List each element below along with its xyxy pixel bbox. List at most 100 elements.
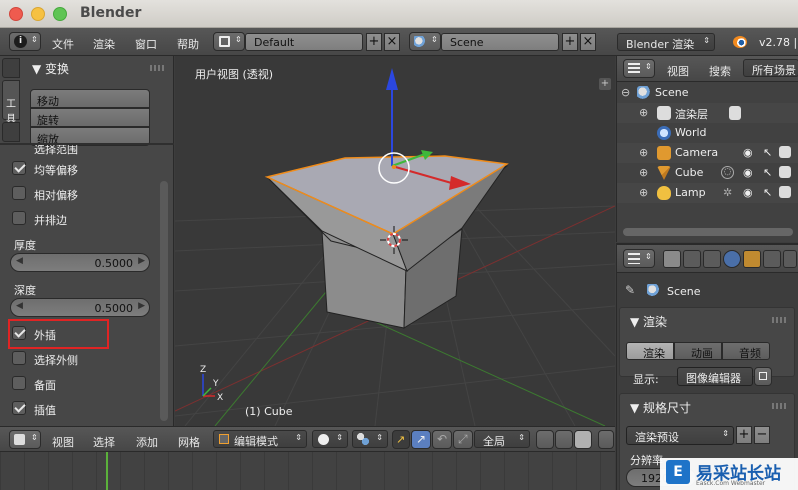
object-tab-icon[interactable] xyxy=(743,250,761,268)
depth-field[interactable]: ◀ 0.5000 ▶ xyxy=(10,298,150,317)
thickness-field[interactable]: ◀ 0.5000 ▶ xyxy=(10,253,150,272)
constraints-tab-icon[interactable] xyxy=(763,250,781,268)
viewport-menu-add[interactable]: 添加 xyxy=(136,434,158,450)
screen-layout-field[interactable]: Default xyxy=(245,33,363,51)
occlude-geometry-button[interactable] xyxy=(598,430,614,449)
select-outer-checkbox[interactable] xyxy=(12,351,26,365)
add-screen-button[interactable]: + xyxy=(366,33,382,51)
individual-faces-checkbox[interactable] xyxy=(12,376,26,390)
shelf-scrollbar[interactable] xyxy=(160,181,168,421)
decrement-arrow-icon[interactable]: ◀ xyxy=(16,301,23,311)
cursor-select-icon[interactable]: ↖ xyxy=(763,166,772,179)
viewport-menu-mesh[interactable]: 网格 xyxy=(178,434,200,450)
translate-manipulator-button[interactable]: ↗ xyxy=(411,430,431,449)
outliner-scrollbar[interactable] xyxy=(623,228,793,236)
expand-icon[interactable]: ⊕ xyxy=(639,106,648,119)
shelf-tab-3[interactable] xyxy=(2,122,20,142)
drag-grip-icon[interactable] xyxy=(772,317,788,323)
cursor-select-icon[interactable]: ↖ xyxy=(763,146,772,159)
editor-type-button[interactable]: i ⇕ xyxy=(9,32,41,51)
expand-icon[interactable]: ⊕ xyxy=(639,146,648,159)
render-preset-dropdown[interactable]: 渲染预设 ⇕ xyxy=(626,426,734,445)
properties-editor-type-button[interactable]: ⇕ xyxy=(623,249,655,268)
screen-layout-browse-button[interactable]: ⇕ xyxy=(213,32,245,51)
render-tab-camera-icon[interactable] xyxy=(663,250,681,268)
outliner-display-filter[interactable]: 所有场景 xyxy=(743,59,798,77)
increment-arrow-icon[interactable]: ▶ xyxy=(138,256,145,266)
remove-preset-button[interactable]: − xyxy=(754,426,770,444)
properties-region-toggle[interactable]: + xyxy=(599,78,611,90)
shelf-tab-tools[interactable]: 工具 xyxy=(2,80,20,125)
scene-tab-icon[interactable] xyxy=(703,250,721,268)
menu-file[interactable]: 文件 xyxy=(52,36,74,52)
outliner-row-cube[interactable]: ⊕ Cube ◌ ◉ ↖ xyxy=(617,163,798,183)
render-audio-button[interactable]: 音频 xyxy=(722,342,770,360)
transform-orientation-dropdown[interactable]: 全局 ⇕ xyxy=(474,430,530,448)
relative-offset-checkbox[interactable] xyxy=(12,186,26,200)
zoom-window-button[interactable] xyxy=(53,7,67,21)
even-offset-checkbox[interactable] xyxy=(12,161,26,175)
viewport-shading-dropdown[interactable]: ⇕ xyxy=(312,430,348,448)
collapse-icon[interactable]: ⊖ xyxy=(621,86,630,99)
minimize-window-button[interactable] xyxy=(31,7,45,21)
decrement-arrow-icon[interactable]: ◀ xyxy=(16,256,23,266)
eye-icon[interactable]: ◉ xyxy=(743,166,753,179)
eye-icon[interactable]: ◉ xyxy=(743,186,753,199)
increment-arrow-icon[interactable]: ▶ xyxy=(138,301,145,311)
dimensions-panel-title[interactable]: ▼ 规格尺寸 xyxy=(630,399,691,416)
add-preset-button[interactable]: + xyxy=(736,426,752,444)
close-window-button[interactable] xyxy=(9,7,23,21)
render-animation-button[interactable]: 动画 xyxy=(674,342,722,360)
world-tab-icon[interactable] xyxy=(723,250,741,268)
interaction-mode-dropdown[interactable]: 编辑模式 ⇕ xyxy=(213,430,307,448)
scale-manipulator-button[interactable]: ⤢ xyxy=(453,430,473,449)
menu-help[interactable]: 帮助 xyxy=(177,36,199,52)
3d-viewport[interactable]: Z X Y 用户视图 (透视) (1) Cube + xyxy=(175,56,615,426)
menu-window[interactable]: 窗口 xyxy=(135,36,157,52)
timeline-playhead[interactable] xyxy=(106,452,108,490)
cursor-select-icon[interactable]: ↖ xyxy=(763,186,772,199)
rotate-manipulator-button[interactable]: ↶ xyxy=(432,430,452,449)
interpolate-checkbox[interactable] xyxy=(12,401,26,415)
menu-render[interactable]: 渲染 xyxy=(93,36,115,52)
edge-rail-checkbox[interactable] xyxy=(12,211,26,225)
shelf-tab-1[interactable] xyxy=(2,58,20,78)
timeline-area[interactable] xyxy=(0,452,615,490)
face-select-mode-button[interactable] xyxy=(574,430,592,449)
drag-grip-icon[interactable] xyxy=(772,403,788,409)
viewport-menu-select[interactable]: 选择 xyxy=(93,434,115,450)
render-camera-icon[interactable] xyxy=(779,186,791,198)
pivot-point-dropdown[interactable]: ⇕ xyxy=(352,430,388,448)
render-camera-icon[interactable] xyxy=(779,146,791,158)
render-panel-title[interactable]: ▼ 渲染 xyxy=(630,313,667,330)
vertex-select-mode-button[interactable] xyxy=(536,430,554,449)
outliner-menu-search[interactable]: 搜索 xyxy=(709,63,731,79)
outliner-row-world[interactable]: World xyxy=(617,123,798,143)
viewport-canvas[interactable]: Z X Y xyxy=(175,56,615,426)
edge-select-mode-button[interactable] xyxy=(555,430,573,449)
viewport-editor-type-button[interactable]: ⇕ xyxy=(9,430,41,449)
pin-icon[interactable]: ✎ xyxy=(625,283,635,297)
render-camera-icon[interactable] xyxy=(779,166,791,178)
outliner-row-camera[interactable]: ⊕ Camera ◉ ↖ xyxy=(617,143,798,163)
drag-grip-icon[interactable] xyxy=(150,65,166,71)
outliner-row-lamp[interactable]: ⊕ Lamp ✲ ◉ ↖ xyxy=(617,183,798,203)
edit-mode-toggle[interactable]: ◌ xyxy=(721,166,734,179)
outliner-editor-type-button[interactable]: ⇕ xyxy=(623,59,655,78)
expand-icon[interactable]: ⊕ xyxy=(639,186,648,199)
remove-scene-button[interactable]: × xyxy=(580,33,596,51)
modifiers-tab-icon[interactable] xyxy=(783,250,797,268)
manipulator-toggle[interactable]: ↗ xyxy=(392,430,410,449)
outliner-menu-view[interactable]: 视图 xyxy=(667,63,689,79)
rotate-button[interactable]: 旋转 xyxy=(30,108,150,127)
eye-icon[interactable]: ◉ xyxy=(743,146,753,159)
expand-icon[interactable]: ⊕ xyxy=(639,166,648,179)
display-mode-dropdown[interactable]: 图像编辑器 xyxy=(677,367,753,386)
transform-panel-header[interactable]: ▼ 变换 xyxy=(22,56,172,78)
render-layers-tab-icon[interactable] xyxy=(683,250,701,268)
render-engine-dropdown[interactable]: Blender 渲染 ⇕ xyxy=(617,33,715,51)
outliner-row-scene[interactable]: ⊖ Scene xyxy=(617,83,798,103)
scene-browse-button[interactable]: ⇕ xyxy=(409,32,441,51)
viewport-menu-view[interactable]: 视图 xyxy=(52,434,74,450)
move-button[interactable]: 移动 xyxy=(30,89,150,108)
